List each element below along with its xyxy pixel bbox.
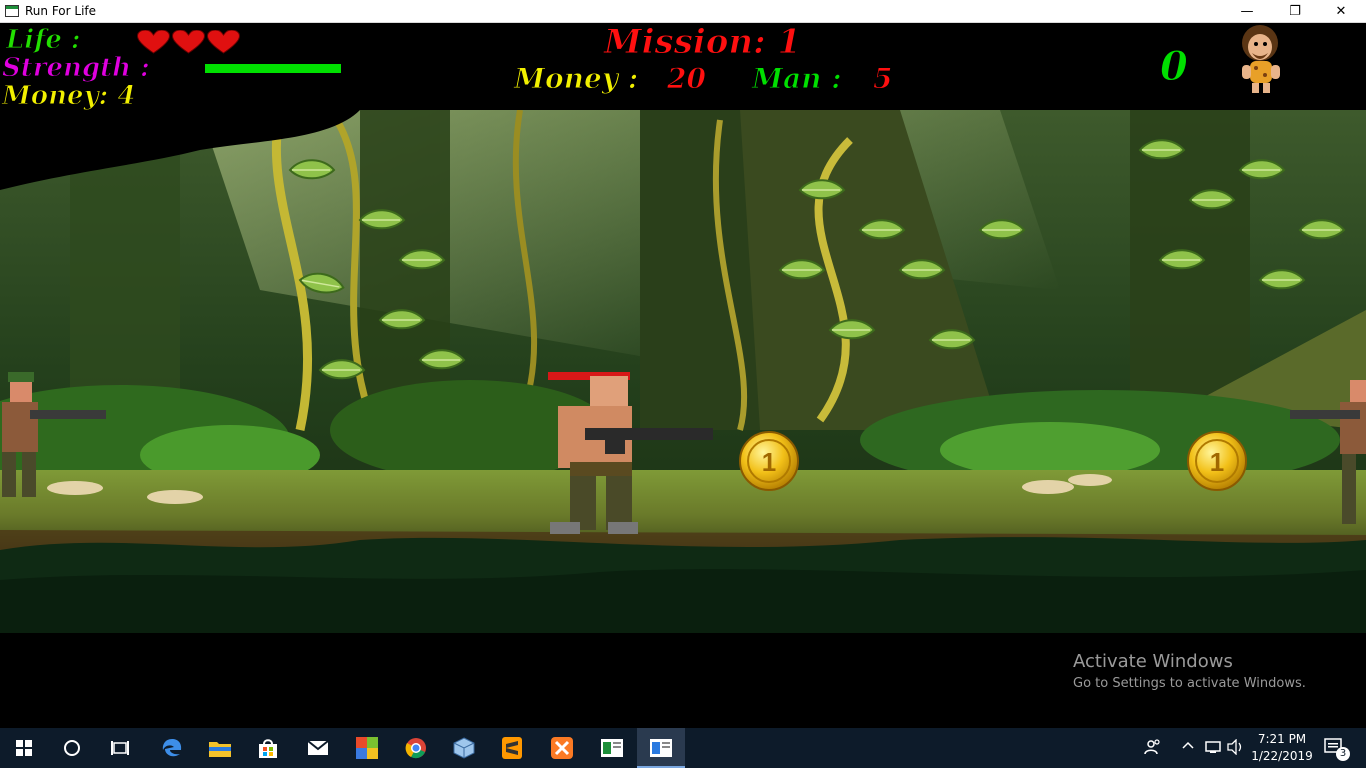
watermark-title: Activate Windows [1073,651,1233,672]
restore-button[interactable]: ❐ [1272,0,1318,22]
man-label: Man : [752,62,843,95]
gold-coin-2[interactable]: 1 [1187,431,1247,491]
volume-icon[interactable] [1227,738,1245,759]
cortana-search-icon[interactable] [48,728,96,768]
clock-time: 7:21 PM [1257,732,1307,746]
minimize-button[interactable]: — [1224,0,1270,22]
score-counter: 0 [1160,43,1189,90]
close-button[interactable]: ✕ [1318,0,1364,22]
strength-label: Strength : [2,53,151,83]
caveman-avatar-icon [1242,25,1280,93]
window-title-bar[interactable]: Run For Life — ❐ ✕ [0,0,1366,23]
sublime-text-icon[interactable] [488,728,536,768]
mission-label: Mission: 1 [603,23,802,62]
task-view-icon[interactable] [96,728,144,768]
gold-coin-1[interactable]: 1 [739,431,799,491]
store-icon[interactable] [244,728,292,768]
watermark-subtitle: Go to Settings to activate Windows. [1073,676,1306,691]
window-title: Run For Life [25,4,97,18]
man-value: 5 [872,62,893,95]
heart-icon [137,30,170,54]
windows-taskbar: 7:21 PM 1/22/2019 3 [0,728,1366,768]
chrome-icon[interactable] [392,728,440,768]
jungle-scene: 1 1 [0,110,1366,633]
active-game-window-icon[interactable] [637,728,685,768]
virtualbox-icon[interactable] [440,728,488,768]
money-label: Money: 4 [1,81,136,111]
life-hearts [137,30,240,54]
people-icon[interactable] [1144,738,1162,760]
heart-icon [207,30,240,54]
network-icon[interactable] [1204,740,1222,758]
game-viewport[interactable]: 1 1 Life : Strength : Money: 4 Mission: … [0,23,1366,728]
clock-date: 1/22/2019 [1251,749,1313,763]
mail-icon[interactable] [294,728,342,768]
xampp-icon[interactable] [538,728,586,768]
file-explorer-icon[interactable] [196,728,244,768]
notification-count-badge: 3 [1336,747,1350,761]
strength-bar-fill [205,64,341,73]
windows-start-icon[interactable] [0,728,48,768]
strength-bar-track [205,64,341,73]
heart-icon [172,30,205,54]
game-hud: Life : Strength : Money: 4 Mission: 1 Mo… [0,23,1366,110]
edge-icon[interactable] [148,728,196,768]
svg-text:1: 1 [1210,447,1224,477]
action-center-icon[interactable]: 3 [1324,737,1350,763]
minecraft-icon[interactable] [343,728,391,768]
activate-windows-watermark: Activate Windows Go to Settings to activ… [1073,651,1306,691]
svg-text:1: 1 [762,447,776,477]
money-total-label: Money : [513,62,639,95]
app-icon [5,5,19,17]
app-window-icon[interactable] [588,728,636,768]
system-clock[interactable]: 7:21 PM 1/22/2019 [1250,731,1314,765]
life-label: Life : [6,25,82,55]
chevron-up-icon[interactable] [1182,740,1194,756]
money-total-value: 20 [667,62,707,95]
